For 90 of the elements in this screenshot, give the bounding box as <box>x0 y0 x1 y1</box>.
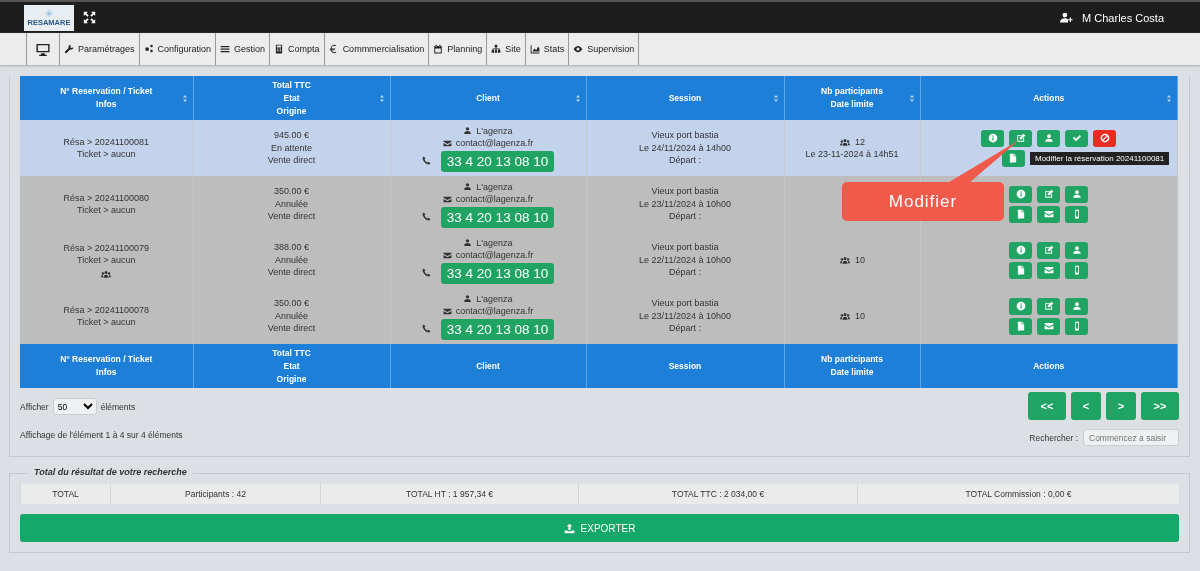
client-email: contact@lagenza.fr <box>455 249 534 262</box>
column-footer: N° Reservation / Ticket Infos <box>20 344 193 388</box>
reservation-number: Résa > 20241100079 <box>62 241 151 254</box>
column-header[interactable]: Actions <box>920 76 1178 120</box>
ticket-info: Ticket > aucun <box>76 204 137 217</box>
tooltip: Modifier la réservation 20241100081 <box>1030 152 1170 165</box>
pagination-button[interactable]: << <box>1028 392 1066 420</box>
client-name: L'agenza <box>476 236 513 249</box>
show-label: Afficher <box>20 401 49 412</box>
column-header[interactable]: Total TTC Etat Origine <box>193 76 390 120</box>
pagination-button[interactable]: > <box>1106 392 1136 420</box>
participant-count: 10 <box>855 253 865 267</box>
nav-menu-item[interactable]: Gestion <box>215 33 270 65</box>
origin-text: Vente direct <box>266 210 317 223</box>
nav-menu-item[interactable]: Paramétrages <box>59 33 139 65</box>
session-date: Le 23/11/2024 à 10h00 <box>638 309 732 323</box>
column-footer: Actions <box>920 344 1178 388</box>
status-text: En attente <box>269 141 313 155</box>
ticket-info: Ticket > aucun <box>76 148 137 161</box>
departure-label: Départ : <box>668 322 702 335</box>
participant-count: 10 <box>855 309 865 323</box>
session-place: Vieux port bastia <box>650 129 720 142</box>
nav-menu-item[interactable]: Stats <box>524 33 569 65</box>
totals-legend: Total du résultat de votre recherche <box>28 467 193 477</box>
total-amount: 350.00 € <box>272 297 310 310</box>
client-email: contact@lagenza.fr <box>455 137 534 150</box>
column-header[interactable]: N° Reservation / Ticket Infos <box>20 76 193 120</box>
nav-menu-item[interactable]: Planning <box>428 33 487 65</box>
phone-number[interactable]: 33 4 20 13 08 10 <box>440 150 555 172</box>
client-email: contact@lagenza.fr <box>455 193 534 206</box>
page-size-select[interactable]: 50 <box>52 398 97 415</box>
client-email: contact@lagenza.fr <box>455 305 534 318</box>
callout: Modifier <box>842 182 1004 221</box>
client-name: L'agenza <box>476 124 513 137</box>
departure-label: Départ : <box>668 154 702 167</box>
reservation-number: Résa > 20241100081 <box>62 135 151 148</box>
total-cell: TOTAL HT : 1 957,34 € <box>320 484 578 504</box>
session-place: Vieux port bastia <box>650 241 720 254</box>
table-row[interactable]: Résa > 20241100078 Ticket > aucun 350.00 € Annulée Vente direct L'agenza contact@lagenza.fr 33 4 20 13 08 10 Vieux port bastia Le 23/11/2024 à 10h00 Départ : 10 <box>20 288 1178 344</box>
total-amount: 350.00 € <box>272 185 310 198</box>
client-name: L'agenza <box>476 292 513 305</box>
column-footer: Client <box>390 344 586 388</box>
session-place: Vieux port bastia <box>650 185 720 198</box>
search-label: Rechercher : <box>1029 432 1078 443</box>
deadline-date: Le 23-11-2024 à 14h51 <box>804 148 900 161</box>
phone-number[interactable]: 33 4 20 13 08 10 <box>440 206 555 228</box>
pagination-button[interactable]: >> <box>1141 392 1179 420</box>
column-footer: Nb participants Date limite <box>784 344 920 388</box>
total-cell: TOTAL TTC : 2 034,00 € <box>578 484 857 504</box>
status-text: Annulée <box>274 197 309 211</box>
column-header[interactable]: Session <box>586 76 784 120</box>
ticket-info: Ticket > aucun <box>76 254 137 267</box>
reservation-number: Résa > 20241100078 <box>62 303 151 316</box>
total-cell: TOTAL Commission : 0,00 € <box>857 484 1179 504</box>
client-name: L'agenza <box>476 180 513 193</box>
origin-text: Vente direct <box>266 266 317 279</box>
table-row[interactable]: Résa > 20241100079 Ticket > aucun 388.00 € Annulée Vente direct L'agenza contact@lagenza.fr 33 4 20 13 08 10 Vieux port bastia Le 22/11/2024 à 10h00 Départ : 10 <box>20 232 1178 288</box>
pagination-info: Affichage de l'élément 1 à 4 sur 4 éléments <box>20 430 183 440</box>
nav-menu-item[interactable]: Site <box>486 33 525 65</box>
session-date: Le 22/11/2024 à 10h00 <box>638 253 732 267</box>
total-amount: 388.00 € <box>272 241 310 254</box>
phone-number[interactable]: 33 4 20 13 08 10 <box>440 318 555 340</box>
nav-menu-item[interactable]: Supervision <box>568 33 640 65</box>
reservation-number: Résa > 20241100080 <box>62 191 151 204</box>
search-field[interactable]: Commencez a saisir <box>1083 429 1179 446</box>
departure-label: Départ : <box>668 266 702 279</box>
session-date: Le 24/11/2024 à 14h00 <box>638 141 732 155</box>
session-date: Le 23/11/2024 à 10h00 <box>638 197 732 211</box>
nav-menu-item[interactable]: Configuration <box>138 33 216 65</box>
total-cell: TOTAL <box>20 484 110 504</box>
status-text: Annulée <box>274 309 309 323</box>
column-header[interactable]: Nb participants Date limite <box>784 76 920 120</box>
participant-count: 12 <box>855 135 865 148</box>
total-amount: 945.00 € <box>272 129 310 142</box>
column-footer: Session <box>586 344 784 388</box>
session-place: Vieux port bastia <box>650 297 720 310</box>
pagination-button[interactable]: < <box>1071 392 1101 420</box>
column-footer: Total TTC Etat Origine <box>193 344 390 388</box>
nav-menu-item[interactable]: Compta <box>269 33 324 65</box>
phone-number[interactable]: 33 4 20 13 08 10 <box>440 262 555 284</box>
ticket-info: Ticket > aucun <box>76 316 137 329</box>
nav-menu-item[interactable]: Commmercialisation <box>323 33 429 65</box>
departure-label: Départ : <box>668 210 702 223</box>
elements-label: éléments <box>100 401 136 412</box>
user-name[interactable]: M Charles Costa <box>1082 11 1164 24</box>
total-cell: Participants : 42 <box>110 484 320 504</box>
origin-text: Vente direct <box>266 322 317 335</box>
column-header[interactable]: Client <box>390 76 586 120</box>
origin-text: Vente direct <box>266 154 317 167</box>
status-text: Annulée <box>274 253 309 267</box>
